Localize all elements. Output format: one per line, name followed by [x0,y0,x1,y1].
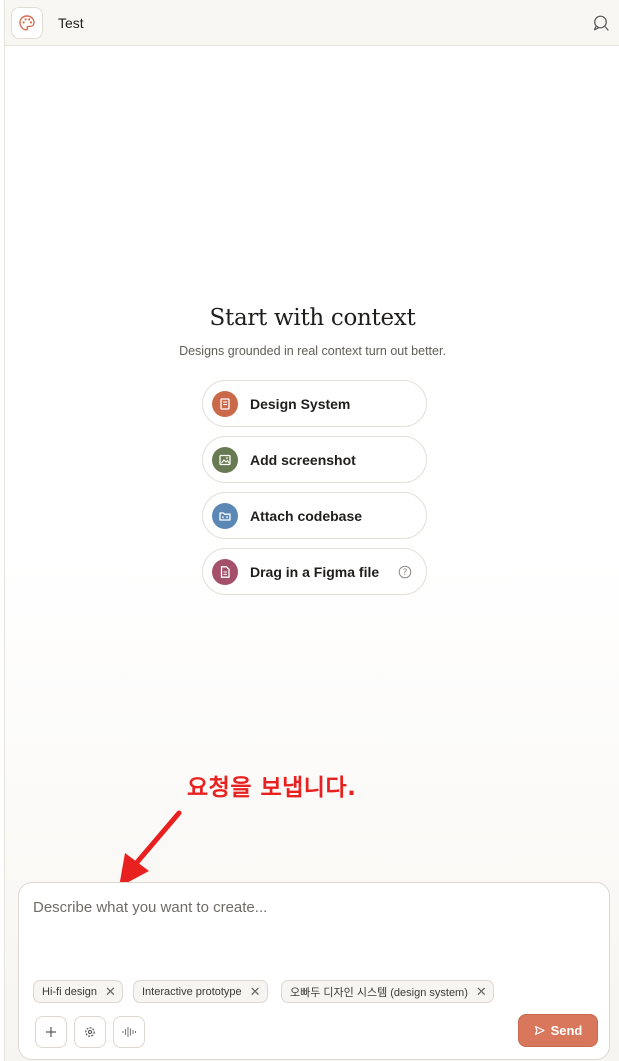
palette-icon[interactable] [11,7,43,39]
annotation-text: 요청을 보냅니다. [187,775,357,801]
svg-text:?: ? [403,568,408,578]
chip-label: Interactive prototype [142,985,242,998]
add-screenshot-label: Add screenshot [250,451,356,468]
chip-interactive-prototype[interactable]: Interactive prototype ✕ [133,980,268,1003]
prompt-composer: Hi-fi design ✕ Interactive prototype ✕ 오… [18,882,610,1060]
chip-label: Hi-fi design [42,985,98,998]
chip-label: 오빠두 디자인 시스템 (design system) [290,986,468,999]
prompt-input[interactable] [33,899,593,959]
book-icon [212,390,238,417]
app-frame: Test Start with context Designs grounded… [4,0,619,1061]
send-label: Send [550,1023,583,1038]
close-icon[interactable]: ✕ [476,985,487,998]
design-system-label: Design System [250,395,351,412]
chip-design-system[interactable]: 오빠두 디자인 시스템 (design system) ✕ [281,980,494,1003]
send-icon [534,1025,545,1036]
attach-codebase-label: Attach codebase [250,507,363,524]
settings-icon [85,1027,95,1037]
add-screenshot-button[interactable]: Add screenshot [202,436,427,483]
figma-file-button[interactable]: Drag in a Figma file ? [202,548,427,595]
send-button[interactable]: Send [518,1014,598,1047]
plus-icon [46,1027,56,1037]
add-attachment-button[interactable] [35,1016,67,1048]
top-bar: Test [5,0,619,46]
settings-button[interactable] [74,1016,106,1048]
figma-file-label: Drag in a Figma file [250,563,380,580]
close-icon[interactable]: ✕ [105,985,116,998]
file-icon [212,558,238,585]
design-system-button[interactable]: Design System [202,380,427,427]
chat-bubble-icon[interactable] [592,14,610,32]
question-circle-icon[interactable]: ? [398,565,412,579]
image-icon [212,446,238,473]
page-title: Test [58,15,84,31]
context-heading: Start with context [209,305,416,331]
attach-codebase-button[interactable]: Attach codebase [202,492,427,539]
chip-hifi-design[interactable]: Hi-fi design ✕ [33,980,123,1003]
close-icon[interactable]: ✕ [250,985,261,998]
folder-icon [212,502,238,529]
audio-wave-icon [122,1027,136,1037]
voice-input-button[interactable] [113,1016,145,1048]
context-subheading: Designs grounded in real context turn ou… [179,344,446,358]
